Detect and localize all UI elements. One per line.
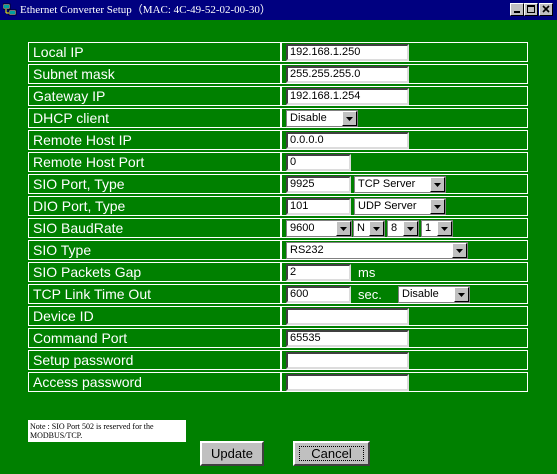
- device-id-label: Device ID: [28, 306, 281, 326]
- sio-type-mode-select[interactable]: TCP Server: [354, 176, 446, 193]
- tcp-timeout-input[interactable]: 600: [286, 286, 351, 303]
- stop-bits-select[interactable]: 1: [421, 220, 453, 237]
- chevron-down-icon[interactable]: [430, 177, 445, 192]
- minimize-icon: [514, 11, 520, 13]
- settings-window: Ethernet Converter Setup（MAC: 4C-49-52-0…: [0, 0, 557, 474]
- baudrate-select[interactable]: 9600: [286, 220, 352, 237]
- remote-host-port-label: Remote Host Port: [28, 152, 281, 172]
- parity-value: N: [357, 222, 365, 234]
- close-icon: [542, 5, 550, 13]
- chevron-down-icon[interactable]: [403, 221, 418, 236]
- row-setup-password: Setup password: [28, 350, 528, 372]
- remote-host-ip-label: Remote Host IP: [28, 130, 281, 150]
- sio-type-select[interactable]: RS232: [286, 242, 468, 259]
- tcp-timeout-mode-value: Disable: [402, 288, 439, 300]
- sio-type-mode-value: TCP Server: [358, 178, 416, 190]
- dhcp-client-label: DHCP client: [28, 108, 281, 128]
- row-sio-baudrate: SIO BaudRate 9600 N 8 1: [28, 218, 528, 240]
- modbus-note: Note : SIO Port 502 is reserved for the …: [28, 420, 186, 442]
- chevron-down-icon[interactable]: [369, 221, 384, 236]
- maximize-icon: [527, 5, 535, 13]
- gateway-ip-input[interactable]: 192.168.1.254: [286, 88, 409, 105]
- row-dhcp-client: DHCP client Disable: [28, 108, 528, 130]
- window-title: Ethernet Converter Setup（MAC: 4C-49-52-0…: [20, 4, 271, 16]
- gateway-ip-label: Gateway IP: [28, 86, 281, 106]
- dhcp-client-value: Disable: [290, 112, 327, 124]
- row-sio-packets-gap: SIO Packets Gap 2 ms: [28, 262, 528, 284]
- row-dio-port-type: DIO Port, Type 101 UDP Server: [28, 196, 528, 218]
- remote-host-port-input[interactable]: 0: [286, 154, 351, 171]
- tcp-timeout-mode-select[interactable]: Disable: [398, 286, 470, 303]
- chevron-down-icon[interactable]: [437, 221, 452, 236]
- row-command-port: Command Port 65535: [28, 328, 528, 350]
- access-password-input[interactable]: [286, 374, 409, 391]
- local-ip-label: Local IP: [28, 42, 281, 62]
- network-computers-icon: [3, 3, 17, 16]
- update-button[interactable]: Update: [200, 441, 264, 466]
- close-button[interactable]: [539, 3, 553, 16]
- packets-gap-input[interactable]: 2: [286, 264, 351, 281]
- sio-packets-gap-label: SIO Packets Gap: [28, 262, 281, 282]
- subnet-mask-label: Subnet mask: [28, 64, 281, 84]
- row-remote-host-ip: Remote Host IP 0.0.0.0: [28, 130, 528, 152]
- row-sio-type: SIO Type RS232: [28, 240, 528, 262]
- tcp-timeout-unit: sec.: [358, 287, 382, 302]
- parity-select[interactable]: N: [353, 220, 385, 237]
- command-port-label: Command Port: [28, 328, 281, 348]
- data-bits-value: 8: [391, 222, 398, 234]
- subnet-mask-input[interactable]: 255.255.255.0: [286, 66, 409, 83]
- baudrate-value: 9600: [290, 222, 315, 234]
- cancel-button[interactable]: Cancel: [293, 441, 370, 466]
- minimize-button[interactable]: [510, 3, 524, 16]
- row-gateway-ip: Gateway IP 192.168.1.254: [28, 86, 528, 108]
- command-port-input[interactable]: 65535: [286, 330, 409, 347]
- chevron-down-icon[interactable]: [452, 243, 467, 258]
- device-id-input[interactable]: [286, 308, 409, 325]
- row-remote-host-port: Remote Host Port 0: [28, 152, 528, 174]
- access-password-label: Access password: [28, 372, 281, 392]
- row-device-id: Device ID: [28, 306, 528, 328]
- dio-port-type-label: DIO Port, Type: [28, 196, 281, 216]
- local-ip-input[interactable]: 192.168.1.250: [286, 44, 409, 61]
- dio-port-input[interactable]: 101: [286, 198, 351, 215]
- cancel-button-label: Cancel: [299, 446, 364, 461]
- title-bar[interactable]: Ethernet Converter Setup（MAC: 4C-49-52-0…: [0, 0, 557, 20]
- tcp-link-timeout-label: TCP Link Time Out: [28, 284, 281, 304]
- row-tcp-link-timeout: TCP Link Time Out 600 sec. Disable: [28, 284, 528, 306]
- chevron-down-icon[interactable]: [430, 199, 445, 214]
- sio-port-type-label: SIO Port, Type: [28, 174, 281, 194]
- dhcp-client-select[interactable]: Disable: [286, 110, 358, 127]
- chevron-down-icon[interactable]: [342, 111, 357, 126]
- packets-gap-unit: ms: [358, 265, 376, 280]
- row-access-password: Access password: [28, 372, 528, 394]
- dio-type-mode-select[interactable]: UDP Server: [354, 198, 446, 215]
- row-sio-port-type: SIO Port, Type 9925 TCP Server: [28, 174, 528, 196]
- maximize-button[interactable]: [524, 3, 538, 16]
- remote-host-ip-input[interactable]: 0.0.0.0: [286, 132, 409, 149]
- sio-baudrate-label: SIO BaudRate: [28, 218, 281, 238]
- stop-bits-value: 1: [425, 222, 432, 234]
- sio-port-input[interactable]: 9925: [286, 176, 351, 193]
- setup-password-label: Setup password: [28, 350, 281, 370]
- sio-type-value: RS232: [290, 244, 324, 256]
- chevron-down-icon[interactable]: [336, 221, 351, 236]
- chevron-down-icon[interactable]: [454, 287, 469, 302]
- row-subnet-mask: Subnet mask 255.255.255.0: [28, 64, 528, 86]
- row-local-ip: Local IP 192.168.1.250: [28, 42, 528, 64]
- dio-type-mode-value: UDP Server: [358, 200, 417, 212]
- setup-password-input[interactable]: [286, 352, 409, 369]
- sio-type-label: SIO Type: [28, 240, 281, 260]
- data-bits-select[interactable]: 8: [387, 220, 419, 237]
